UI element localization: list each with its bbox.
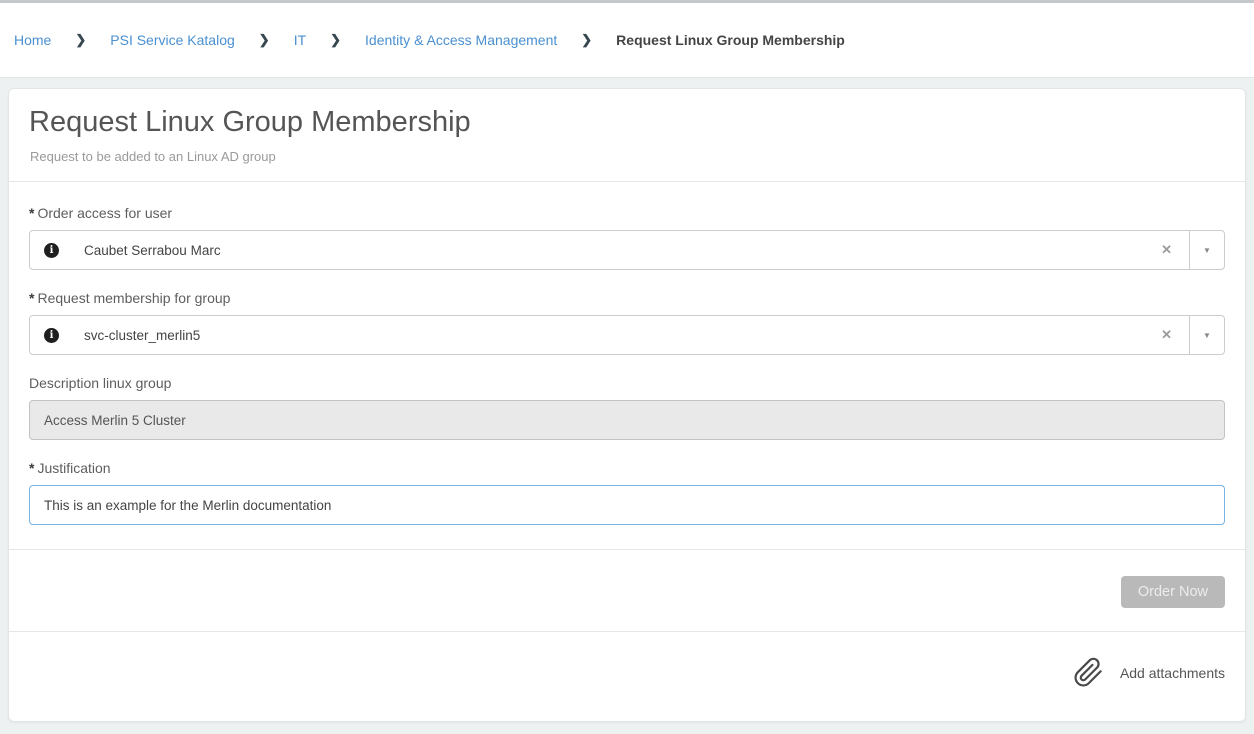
actions-row: Order Now — [9, 549, 1245, 631]
chevron-right-icon: ❯ — [259, 32, 270, 48]
field-label-text: Order access for user — [37, 205, 172, 221]
group-reference-select-main[interactable]: i svc-cluster_merlin5 ✕ — [30, 316, 1189, 354]
description-linux-group-input — [29, 400, 1225, 440]
breadcrumb: Home ❯ PSI Service Katalog ❯ IT ❯ Identi… — [14, 32, 845, 48]
info-icon[interactable]: i — [44, 328, 59, 343]
field-label-text: Request membership for group — [37, 290, 230, 306]
required-marker: * — [29, 290, 34, 306]
info-icon[interactable]: i — [44, 243, 59, 258]
breadcrumb-current: Request Linux Group Membership — [616, 32, 845, 48]
breadcrumb-link-identity-access-management[interactable]: Identity & Access Management — [365, 32, 557, 48]
breadcrumb-link-psi-service-katalog[interactable]: PSI Service Katalog — [110, 32, 235, 48]
user-reference-value: Caubet Serrabou Marc — [84, 243, 221, 258]
breadcrumb-link-home[interactable]: Home — [14, 32, 51, 48]
paperclip-icon[interactable] — [1073, 657, 1104, 688]
breadcrumb-link-it[interactable]: IT — [294, 32, 306, 48]
catalog-item-card: Request Linux Group Membership Request t… — [8, 88, 1246, 722]
chevron-right-icon: ❯ — [330, 32, 341, 48]
field-request-membership-for-group: *Request membership for group i svc-clus… — [29, 289, 1225, 355]
field-label-text: Justification — [37, 460, 110, 476]
field-label-text: Description linux group — [29, 375, 171, 391]
caret-down-icon: ▼ — [1203, 331, 1211, 340]
required-marker: * — [29, 460, 34, 476]
clear-icon[interactable]: ✕ — [1161, 327, 1172, 343]
field-description-linux-group: Description linux group — [29, 374, 1225, 440]
user-reference-select: i Caubet Serrabou Marc ✕ ▼ — [29, 230, 1225, 270]
justification-input[interactable] — [29, 485, 1225, 525]
user-reference-dropdown-toggle[interactable]: ▼ — [1189, 231, 1224, 269]
field-order-access-for-user: *Order access for user i Caubet Serrabou… — [29, 204, 1225, 270]
field-justification: *Justification — [29, 459, 1225, 525]
user-reference-select-main[interactable]: i Caubet Serrabou Marc ✕ — [30, 231, 1189, 269]
group-reference-value: svc-cluster_merlin5 — [84, 328, 200, 343]
group-reference-select: i svc-cluster_merlin5 ✕ ▼ — [29, 315, 1225, 355]
group-reference-dropdown-toggle[interactable]: ▼ — [1189, 316, 1224, 354]
breadcrumb-bar: Home ❯ PSI Service Katalog ❯ IT ❯ Identi… — [0, 0, 1254, 78]
field-label: *Request membership for group — [29, 289, 1225, 307]
required-marker: * — [29, 205, 34, 221]
page-title: Request Linux Group Membership — [29, 104, 1225, 140]
order-now-button[interactable]: Order Now — [1121, 576, 1225, 608]
chevron-right-icon: ❯ — [581, 32, 592, 48]
field-label: *Justification — [29, 459, 1225, 477]
add-attachments-label[interactable]: Add attachments — [1120, 665, 1225, 681]
page-subtitle: Request to be added to an Linux AD group — [30, 149, 1225, 165]
form-body: *Order access for user i Caubet Serrabou… — [9, 181, 1245, 549]
clear-icon[interactable]: ✕ — [1161, 242, 1172, 258]
card-header: Request Linux Group Membership Request t… — [9, 89, 1245, 181]
field-label: Description linux group — [29, 374, 1225, 392]
field-label: *Order access for user — [29, 204, 1225, 222]
chevron-right-icon: ❯ — [75, 32, 86, 48]
attachments-row: Add attachments — [9, 631, 1245, 718]
caret-down-icon: ▼ — [1203, 246, 1211, 255]
